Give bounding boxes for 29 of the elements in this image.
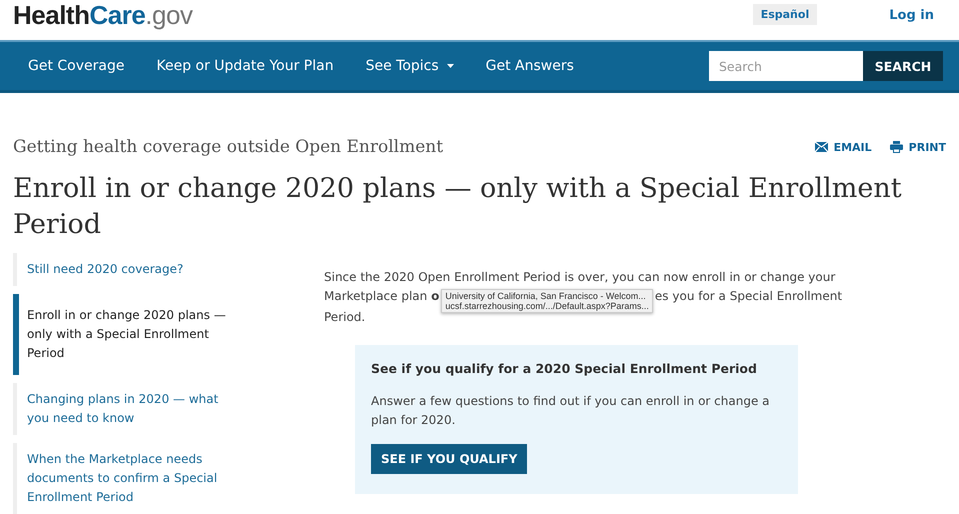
action-label: PRINT: [908, 140, 946, 154]
email-icon: [814, 142, 828, 152]
search-field[interactable]: Search: [709, 51, 863, 81]
intro-text: Since the 2020 Open Enrollment Period is over, you can now enroll in or change your: [324, 269, 836, 286]
qualify-button[interactable]: SEE IF YOU QUALIFY: [371, 444, 528, 474]
sidebar-item[interactable]: When the Marketplace needs documents to confirm a Special Enrollment Period: [13, 443, 243, 514]
nav-item[interactable]: Get Answers: [470, 58, 590, 74]
page-eyebrow: Getting health coverage outside Open Enrollment: [13, 137, 444, 157]
print-link[interactable]: PRINT: [890, 140, 946, 154]
login-link[interactable]: Log in: [889, 8, 934, 22]
callout-heading: See if you qualify for a 2020 Special Enrollment Period: [371, 361, 758, 376]
callout-text: Answer a few questions to find out if you can enroll in or change a plan for 2020.: [371, 393, 771, 429]
intro-text: es you for a Special Enrollment: [654, 288, 842, 305]
search-button[interactable]: SEARCH: [863, 51, 943, 81]
site-logo[interactable]: HealthCare.gov: [13, 0, 192, 30]
intro-text: Marketplace plan o: [324, 288, 440, 305]
sidebar-item[interactable]: Changing plans in 2020 — what you need to know: [13, 383, 243, 435]
nav-item[interactable]: See Topics: [350, 58, 470, 74]
nav-item[interactable]: Get Coverage: [12, 58, 140, 74]
intro-text: Period.: [324, 310, 366, 324]
page-title: Enroll in or change 2020 plans — only with a Special Enrollment Period: [13, 172, 903, 242]
print-icon: [890, 141, 903, 153]
sidebar-item[interactable]: Enroll in or change 2020 plans — only with a Special Enrollment Period: [13, 294, 243, 375]
nav-item[interactable]: Keep or Update Your Plan: [140, 58, 350, 74]
email-link[interactable]: EMAIL: [814, 140, 872, 154]
link-tooltip: University of California, San Francisco - Welcom... ucsf.starrezhousing.com/.../Default.aspx?Params...: [441, 289, 653, 313]
language-button[interactable]: Español: [752, 4, 818, 24]
sidebar-item[interactable]: Still need 2020 coverage?: [13, 253, 243, 286]
action-label: EMAIL: [834, 140, 872, 154]
